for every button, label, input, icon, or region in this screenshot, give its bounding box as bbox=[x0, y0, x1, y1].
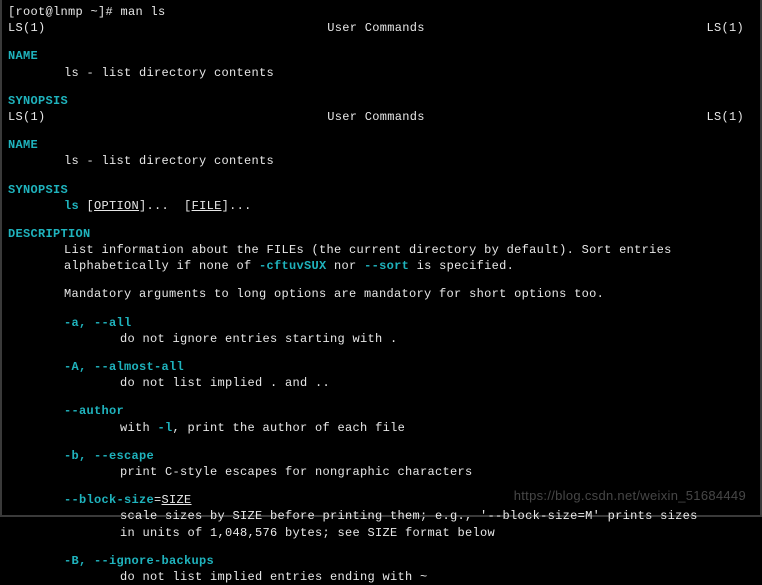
name-line-2: ls - list directory contents bbox=[8, 153, 754, 169]
hdr-center-2: User Commands bbox=[327, 109, 425, 125]
section-heading-description: DESCRIPTION bbox=[8, 226, 754, 242]
section-heading-synopsis: SYNOPSIS bbox=[8, 93, 754, 109]
opt-a-text: do not ignore entries starting with . bbox=[8, 331, 754, 347]
hdr-center: User Commands bbox=[327, 20, 425, 36]
shell-prompt: [root@lnmp ~]# man ls bbox=[8, 4, 754, 20]
opt-author-text: with -l, print the author of each file bbox=[8, 420, 754, 436]
opt-a-flag: -a, --all bbox=[8, 315, 754, 331]
opt-block-flag: --block-size=SIZE bbox=[8, 492, 754, 508]
opt-author-flag: --author bbox=[8, 403, 754, 419]
opt-b-flag: -b, --escape bbox=[8, 448, 754, 464]
opt-block-text-2: in units of 1,048,576 bytes; see SIZE fo… bbox=[8, 525, 754, 541]
man-header-row-2: LS(1) User Commands LS(1) bbox=[8, 109, 754, 125]
man-header-row: LS(1) User Commands LS(1) bbox=[8, 20, 754, 36]
opt-b-text: print C-style escapes for nongraphic cha… bbox=[8, 464, 754, 480]
hdr-left-2: LS(1) bbox=[8, 109, 46, 125]
hdr-left: LS(1) bbox=[8, 20, 46, 36]
synopsis-line: ls [OPTION]... [FILE]... bbox=[8, 198, 754, 214]
opt-A-flag: -A, --almost-all bbox=[8, 359, 754, 375]
opt-B-text: do not list implied entries ending with … bbox=[8, 569, 754, 585]
hdr-right: LS(1) bbox=[706, 20, 744, 36]
opt-B-flag: -B, --ignore-backups bbox=[8, 553, 754, 569]
section-heading-name: NAME bbox=[8, 48, 754, 64]
opt-block-text-1: scale sizes by SIZE before printing them… bbox=[8, 508, 754, 524]
desc-line-1b: alphabetically if none of -cftuvSUX nor … bbox=[8, 258, 754, 274]
desc-line-1a: List information about the FILEs (the cu… bbox=[8, 242, 754, 258]
section-heading-name-2: NAME bbox=[8, 137, 754, 153]
section-heading-synopsis-2: SYNOPSIS bbox=[8, 182, 754, 198]
name-line: ls - list directory contents bbox=[8, 65, 754, 81]
opt-A-text: do not list implied . and .. bbox=[8, 375, 754, 391]
desc-line-2: Mandatory arguments to long options are … bbox=[8, 286, 754, 302]
hdr-right-2: LS(1) bbox=[706, 109, 744, 125]
